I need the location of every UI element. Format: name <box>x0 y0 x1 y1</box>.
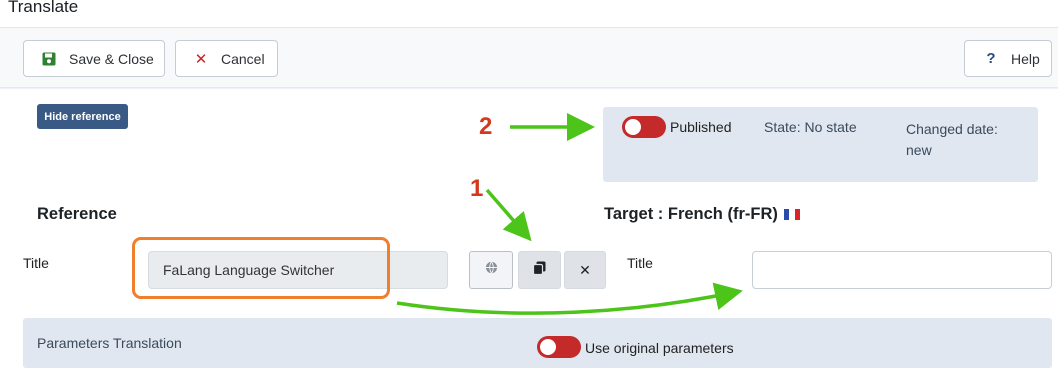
annotation-arrows <box>396 113 743 315</box>
arrow-to-copy <box>485 188 532 242</box>
step-2-marker: 2 <box>479 113 493 140</box>
arrow-to-target <box>396 282 743 315</box>
step-1-marker: 1 <box>470 175 484 202</box>
